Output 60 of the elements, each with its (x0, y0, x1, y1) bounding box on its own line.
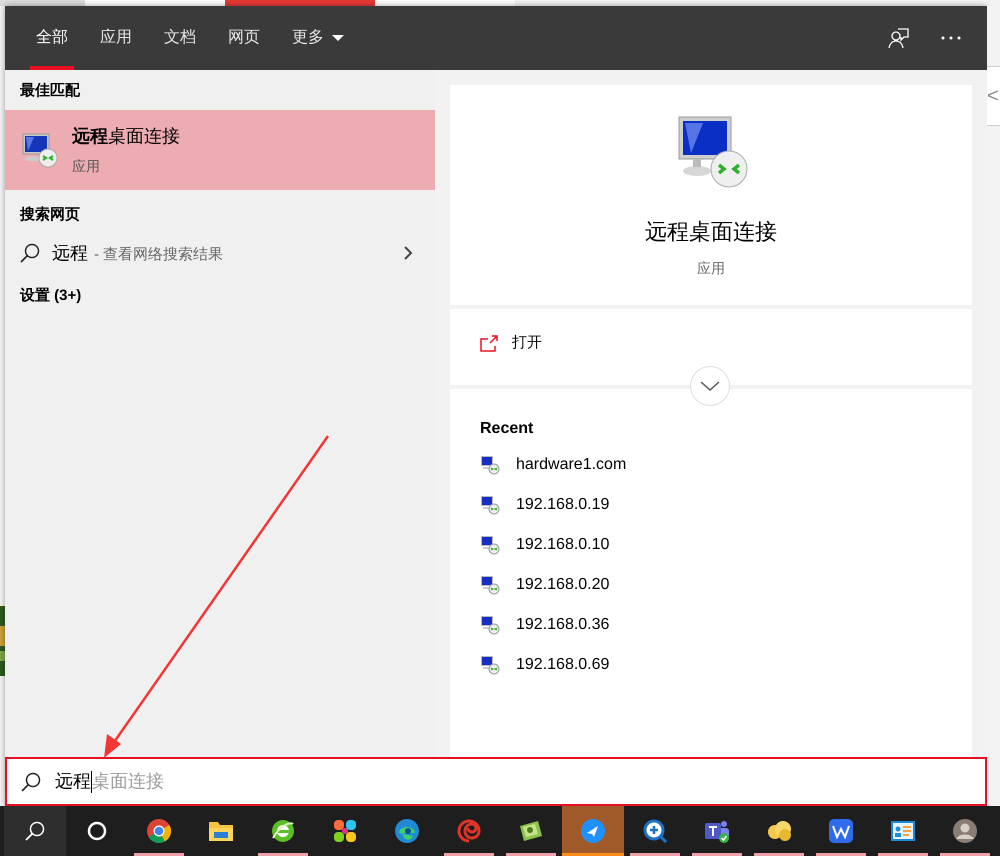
w-tile-icon (828, 818, 854, 844)
avatar-icon (952, 818, 978, 844)
background-window-text: < (987, 84, 999, 109)
recent-item[interactable]: 192.168.0.69 (480, 645, 972, 685)
taskbar-button[interactable] (4, 806, 66, 856)
paper-plane-icon (580, 818, 606, 844)
search-query: 远程 (52, 242, 88, 264)
remote-desktop-icon (480, 535, 500, 555)
search-icon (21, 772, 41, 792)
tab[interactable]: 更多 (276, 6, 360, 70)
recent-item[interactable]: 192.168.0.20 (480, 565, 972, 605)
search-icon (25, 821, 45, 841)
search-hint: - 查看网络搜索结果 (94, 244, 224, 264)
remote-desktop-icon (20, 132, 58, 168)
card-icon (518, 818, 544, 844)
expand-button[interactable] (690, 366, 730, 406)
more-icon (941, 36, 961, 40)
app-title: 远程桌面连接 (72, 125, 180, 148)
app-title: 远程桌面连接 (645, 218, 777, 246)
section-heading: 最佳匹配 (19, 81, 81, 101)
search-field[interactable]: 远程桌面连接 (5, 757, 987, 806)
round-browser-icon (146, 818, 172, 844)
feedback-person-icon (888, 27, 910, 49)
tab[interactable]: 全部 (20, 6, 84, 70)
wave-browser-icon (394, 818, 420, 844)
tab[interactable]: 网页 (212, 6, 276, 70)
app-subtitle: 应用 (697, 259, 725, 278)
app-subtitle: 应用 (72, 157, 101, 176)
chevron-right-icon (404, 246, 413, 260)
recent-item[interactable]: 192.168.0.19 (480, 485, 972, 525)
remote-desktop-icon (480, 655, 500, 675)
recent-item[interactable]: 192.168.0.10 (480, 525, 972, 565)
globe-e-icon (270, 818, 296, 844)
section-heading[interactable]: 设置 (3+) (5, 276, 435, 316)
remote-desktop-icon (480, 495, 500, 515)
petal-grid-icon (332, 818, 358, 844)
section-heading: 搜索网页 (18, 204, 81, 225)
ring-icon (87, 821, 107, 841)
spiral-icon (456, 818, 482, 844)
search-icon (20, 243, 40, 263)
web-search-item[interactable]: 远程 - 查看网络搜索结果 (5, 230, 435, 276)
zoom-plus-icon (642, 818, 668, 844)
section-heading: Recent (480, 419, 534, 439)
recent-item[interactable]: hardware1.com (480, 445, 972, 485)
remote-desktop-icon (480, 575, 500, 595)
open-button[interactable]: 打开 (450, 332, 972, 362)
recent-item[interactable]: 192.168.0.36 (480, 605, 972, 645)
tab[interactable]: 应用 (84, 6, 148, 70)
dropdown-caret-icon (332, 35, 344, 41)
autocomplete-suggestion: 桌面连接 (92, 770, 164, 793)
open-external-icon (480, 334, 498, 352)
id-card-icon (890, 818, 916, 844)
tab[interactable]: 文档 (148, 6, 212, 70)
remote-desktop-icon (480, 615, 500, 635)
cloud-icon (766, 818, 792, 844)
remote-desktop-icon (480, 455, 500, 475)
typed-text: 远程 (55, 770, 91, 793)
chevron-down-icon (700, 381, 720, 391)
people-badge-icon (704, 818, 730, 844)
best-match-item[interactable]: 远程桌面连接 应用 (5, 110, 435, 190)
